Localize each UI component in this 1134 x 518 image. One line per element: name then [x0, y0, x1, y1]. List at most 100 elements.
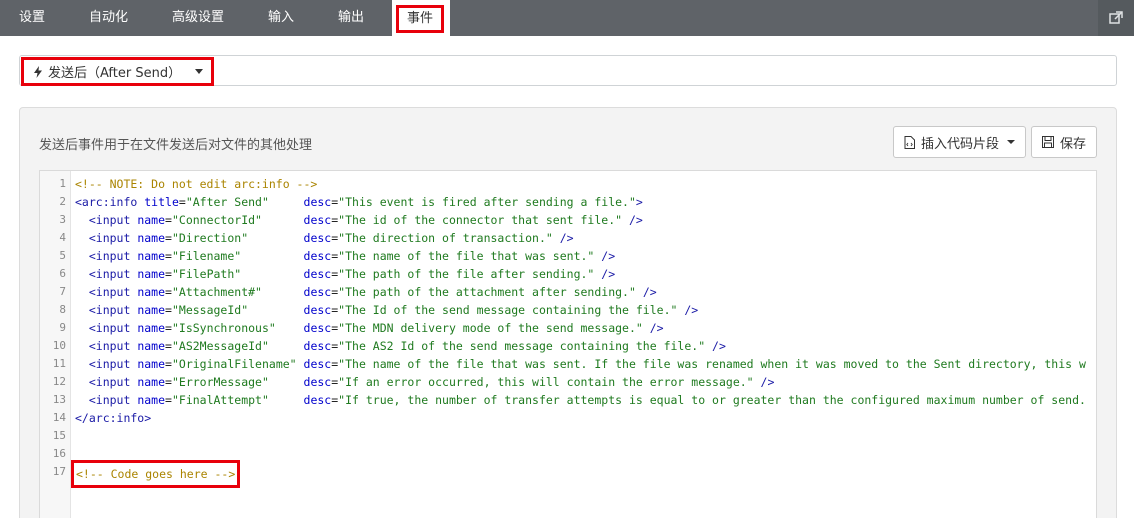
- tab-events[interactable]: 事件: [392, 0, 450, 36]
- tab-label: 输入: [268, 10, 295, 25]
- code-token: =: [165, 285, 172, 299]
- code-line: <input name="FinalAttempt" desc="If true…: [75, 391, 1096, 409]
- code-token: />: [677, 303, 699, 317]
- code-token: />: [635, 285, 657, 299]
- code-line: <arc:info title="After Send" desc="This …: [75, 193, 1096, 211]
- code-token: =: [178, 195, 186, 209]
- code-token: desc: [303, 285, 332, 299]
- code-token: <arc:info: [75, 195, 145, 209]
- open-external-button[interactable]: [1098, 0, 1134, 36]
- code-token: "If an error occurred, this will contain…: [338, 375, 754, 389]
- code-editor[interactable]: 1 2 3 4 5 6 7 8 9 10 11 12 13 14 15 16 17 <!-- NOTE: Do …: [39, 170, 1097, 518]
- code-line: <input name="Direction" desc="The direct…: [75, 229, 1096, 247]
- code-token: =: [165, 231, 172, 245]
- code-token: name: [137, 231, 166, 245]
- code-token: "The Id of the send message containing t…: [338, 303, 678, 317]
- code-token: />: [552, 231, 574, 245]
- tab-output[interactable]: 输出: [338, 0, 364, 36]
- save-button[interactable]: 保存: [1031, 126, 1098, 158]
- code-token: />: [594, 249, 616, 263]
- code-token: <input: [88, 321, 138, 335]
- line-number: 8: [59, 303, 66, 316]
- code-token: />: [622, 213, 643, 227]
- code-token: "MessageId": [171, 303, 249, 317]
- tab-label: 输出: [338, 10, 365, 25]
- code-token: "Attachment#": [171, 285, 262, 299]
- code-token: =: [165, 249, 172, 263]
- line-number: 15: [52, 429, 66, 442]
- tab-settings[interactable]: 设置: [19, 0, 45, 36]
- save-icon: [1042, 136, 1054, 148]
- line-number: 9: [59, 321, 66, 334]
- code-line: <input name="OriginalFilename" desc="The…: [75, 355, 1096, 373]
- code-token: =: [165, 393, 172, 407]
- code-token: />: [642, 321, 664, 335]
- save-label: 保存: [1060, 136, 1087, 152]
- tab-input[interactable]: 输入: [268, 0, 294, 36]
- code-token: "The MDN delivery mode of the send messa…: [338, 321, 643, 335]
- code-content[interactable]: <!-- NOTE: Do not edit arc:info --> <arc:…: [71, 175, 1096, 488]
- line-number: 5: [59, 249, 66, 262]
- code-token: "After Send": [185, 195, 269, 209]
- tab-label: 高级设置: [172, 10, 225, 25]
- tab-label: 事件: [396, 5, 445, 33]
- insert-snippet-button[interactable]: 插入代码片段: [893, 126, 1027, 158]
- code-token: desc: [303, 303, 332, 317]
- code-token: desc: [303, 321, 332, 335]
- code-token: "FinalAttempt": [171, 393, 269, 407]
- event-selector-row: 发送后（After Send）: [19, 55, 1117, 86]
- code-line: <input name="Attachment#" desc="The path…: [75, 283, 1096, 301]
- line-number-gutter: 1 2 3 4 5 6 7 8 9 10 11 12 13 14 15 16 17: [40, 171, 71, 518]
- tab-advanced-settings[interactable]: 高级设置: [172, 0, 224, 36]
- code-token: "IsSynchronous": [171, 321, 276, 335]
- file-code-icon: [904, 135, 915, 149]
- line-number: 11: [52, 357, 66, 370]
- line-number: 3: [59, 213, 66, 226]
- code-token: "OriginalFilename": [171, 357, 297, 371]
- code-token: desc: [303, 213, 332, 227]
- code-token: <input: [88, 213, 138, 227]
- code-token: title: [144, 195, 179, 209]
- event-dropdown[interactable]: 发送后（After Send）: [21, 57, 215, 86]
- code-token: =: [165, 213, 172, 227]
- code-token: name: [137, 357, 166, 371]
- code-token: <input: [88, 375, 138, 389]
- event-panel: 发送后事件用于在文件发送后对文件的其他处理 插入代码片段 保存 12345678…: [19, 107, 1117, 518]
- insert-snippet-label: 插入代码片段: [921, 136, 1000, 152]
- code-token: <input: [88, 285, 138, 299]
- code-token: =: [165, 303, 172, 317]
- code-token: =: [165, 357, 172, 371]
- code-token: <input: [88, 303, 138, 317]
- code-token: "The path of the file after sending.": [338, 267, 595, 281]
- code-token: "Filename": [171, 249, 242, 263]
- code-token: "ErrorMessage": [171, 375, 269, 389]
- tab-label: 设置: [19, 10, 46, 25]
- code-token: "ConnectorId": [171, 213, 262, 227]
- code-line: <input name="AS2MessageId" desc="The AS2…: [75, 337, 1096, 355]
- code-token: "FilePath": [171, 267, 242, 281]
- code-token: <input: [88, 231, 138, 245]
- panel-description: 发送后事件用于在文件发送后对文件的其他处理: [39, 138, 313, 153]
- line-number: 14: [52, 411, 66, 424]
- line-number: 7: [59, 285, 66, 298]
- code-token: "The name of the file that was sent. If …: [338, 357, 1086, 371]
- line-number: 12: [52, 375, 66, 388]
- code-token: <!-- NOTE: Do not edit arc:info -->: [75, 177, 318, 191]
- line-number: 13: [52, 393, 66, 406]
- external-link-icon: [1109, 11, 1123, 24]
- code-token: "The direction of transaction.": [338, 231, 553, 245]
- tab-automation[interactable]: 自动化: [89, 0, 128, 36]
- code-token: name: [137, 393, 166, 407]
- code-token: desc: [303, 339, 332, 353]
- code-token: />: [594, 267, 616, 281]
- code-line: <input name="IsSynchronous" desc="The MD…: [75, 319, 1096, 337]
